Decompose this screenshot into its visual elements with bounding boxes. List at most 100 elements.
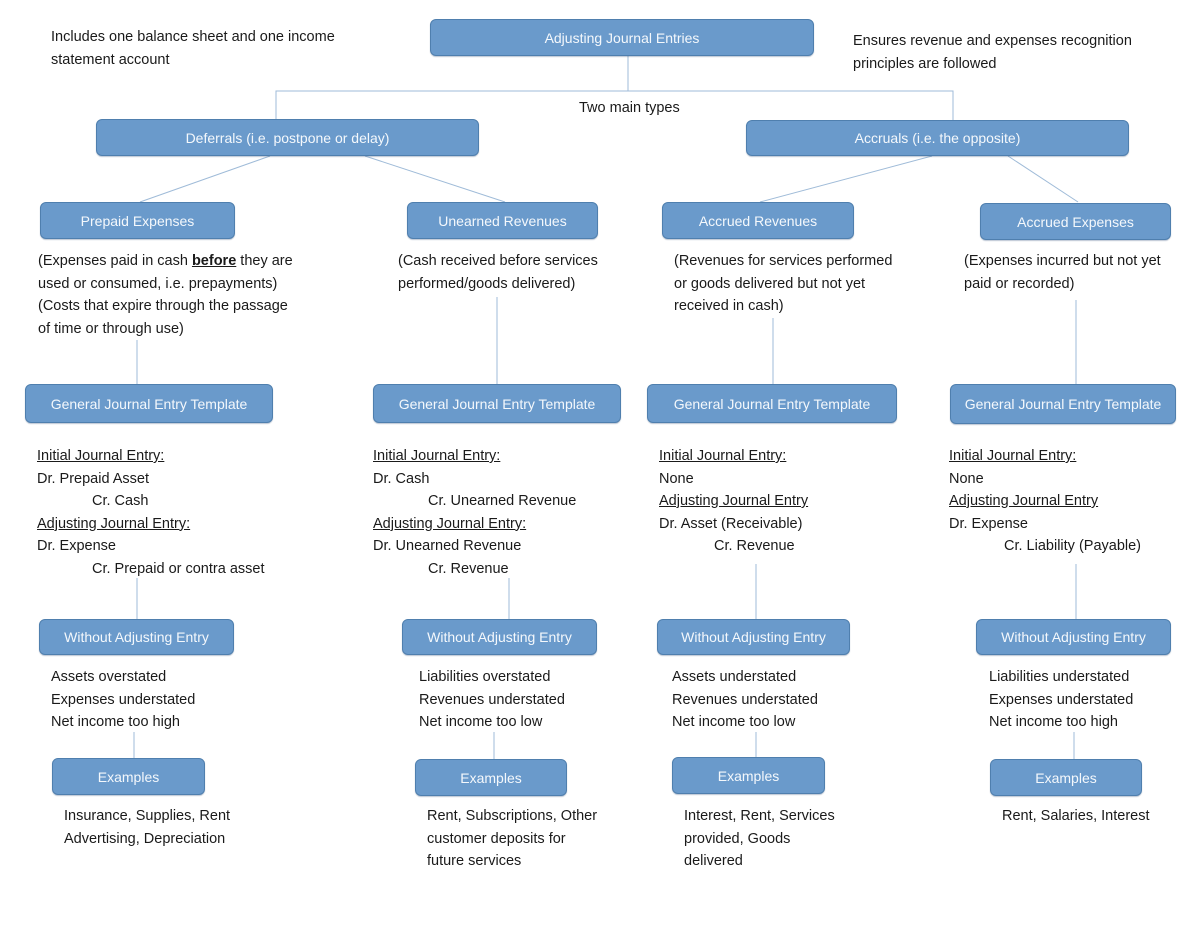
col4-entries: Initial Journal Entry: None Adjusting Jo… — [949, 445, 1141, 558]
col3-title: Accrued Revenues — [698, 212, 818, 229]
entry-debit: None — [949, 470, 984, 487]
example-line: provided, Goods — [684, 830, 791, 847]
entry-credit: Cr. Cash — [92, 493, 149, 509]
entry-debit: Dr. Expense — [37, 538, 116, 554]
col3-template-label: General Journal Entry Template — [673, 395, 871, 412]
entry-debit: Dr. Cash — [373, 470, 430, 487]
col1-description: (Expenses paid in cash before they are u… — [38, 250, 293, 340]
col4-without-label: Without Adjusting Entry — [1001, 629, 1146, 645]
branch-label: Two main types — [579, 100, 680, 116]
col3-desc-line: received in cash) — [674, 298, 784, 314]
col2-title-node: Unearned Revenues — [407, 202, 598, 239]
entry-debit: None — [659, 470, 694, 487]
col4-description: (Expenses incurred but not yet paid or r… — [964, 250, 1161, 295]
example-line: delivered — [684, 853, 743, 869]
col1-examples-label: Examples — [97, 768, 160, 785]
root-title: Adjusting Journal Entries — [544, 29, 700, 46]
col1-desc-line: used or consumed, i.e. prepayments) — [38, 275, 278, 292]
col1-desc-line: (Costs that expire through the passage — [38, 298, 288, 314]
root-note-right-line: principles are followed — [853, 55, 997, 72]
desc-emphasis: before — [191, 253, 237, 269]
col3-without-node: Without Adjusting Entry — [657, 619, 850, 655]
col1-effects: Assets overstated Expenses understated N… — [51, 666, 195, 734]
root-note-right-line: Ensures revenue and expenses recognition — [853, 33, 1132, 49]
col4-template-label: General Journal Entry Template — [964, 396, 1162, 412]
entry-credit: Cr. Revenue — [714, 538, 795, 554]
col1-entries: Initial Journal Entry: Dr. Prepaid Asset… — [37, 445, 264, 580]
col1-desc-line: (Expenses paid in cash before they are — [38, 250, 293, 273]
col3-effects: Assets understated Revenues understated … — [672, 666, 818, 734]
entry-heading: Initial Journal Entry: — [373, 448, 501, 464]
col1-title: Prepaid Expenses — [80, 212, 195, 229]
col2-desc-line: performed/goods delivered) — [398, 275, 576, 292]
col4-without-node: Without Adjusting Entry — [976, 619, 1171, 655]
col3-without-label: Without Adjusting Entry — [681, 629, 826, 645]
connector-deferrals-unearned — [364, 155, 506, 203]
desc-text: they are — [236, 253, 293, 269]
effect-item: Liabilities understated — [989, 669, 1130, 685]
col1-examples: Insurance, Supplies, Rent Advertising, D… — [64, 805, 230, 850]
root-node: Adjusting Journal Entries — [430, 19, 814, 56]
col2-entries: Initial Journal Entry: Dr. Cash Cr. Unea… — [373, 445, 576, 580]
col3-title-node: Accrued Revenues — [662, 202, 854, 239]
type-accruals-label: Accruals (i.e. the opposite) — [854, 130, 1021, 146]
col3-desc-line: (Revenues for services performed — [674, 253, 893, 269]
desc-text: (Expenses paid in cash — [38, 253, 192, 269]
effect-item: Assets overstated — [51, 669, 167, 685]
effect-item: Net income too low — [672, 714, 796, 730]
root-note-left-line: statement account — [51, 51, 170, 68]
col4-effects: Liabilities understated Expenses underst… — [989, 666, 1133, 734]
col4-examples-label: Examples — [1035, 769, 1097, 786]
col4-desc-line: paid or recorded) — [964, 275, 1075, 292]
connector-accruals-accrued-rev — [759, 155, 933, 203]
example-line: Advertising, Depreciation — [64, 830, 226, 847]
col3-examples-label: Examples — [717, 767, 780, 784]
connector-accruals-accrued-exp — [1007, 155, 1079, 203]
effect-item: Revenues understated — [419, 691, 565, 708]
col4-title: Accrued Expenses — [1017, 213, 1134, 230]
entry-debit: Dr. Unearned Revenue — [373, 538, 522, 554]
connector-deferrals-prepaid — [139, 155, 271, 203]
col3-desc-line: or goods delivered but not yet — [674, 275, 866, 292]
col2-template-label: General Journal Entry Template — [398, 395, 596, 412]
entry-credit: Cr. Prepaid or contra asset — [92, 560, 265, 577]
type-accruals: Accruals (i.e. the opposite) — [746, 120, 1129, 156]
col1-examples-node: Examples — [52, 758, 205, 795]
effect-item: Net income too high — [51, 714, 180, 730]
col2-effects: Liabilities overstated Revenues understa… — [419, 666, 565, 734]
effect-item: Net income too low — [419, 714, 543, 730]
col3-entries: Initial Journal Entry: None Adjusting Jo… — [659, 445, 808, 558]
col2-title: Unearned Revenues — [438, 212, 567, 229]
type-deferrals: Deferrals (i.e. postpone or delay) — [96, 119, 479, 156]
col1-template-label: General Journal Entry Template — [50, 395, 248, 412]
col2-examples-label: Examples — [460, 769, 522, 786]
entry-credit: Cr. Revenue — [428, 560, 509, 577]
type-deferrals-label: Deferrals (i.e. postpone or delay) — [185, 129, 390, 146]
example-line: Insurance, Supplies, Rent — [64, 808, 231, 824]
effect-item: Net income too high — [989, 714, 1118, 730]
example-line: Rent, Salaries, Interest — [1002, 808, 1150, 824]
col4-template-node: General Journal Entry Template — [950, 384, 1176, 424]
col2-without-label: Without Adjusting Entry — [427, 629, 572, 645]
effect-item: Revenues understated — [672, 691, 818, 708]
entry-heading: Adjusting Journal Entry — [659, 493, 809, 509]
col2-desc-line: (Cash received before services — [398, 253, 598, 269]
effect-item: Assets understated — [672, 669, 797, 685]
effect-item: Expenses understated — [989, 691, 1134, 708]
col1-without-node: Without Adjusting Entry — [39, 619, 234, 655]
col3-description: (Revenues for services performed or good… — [674, 250, 892, 318]
example-line: Rent, Subscriptions, Other — [427, 808, 598, 824]
col4-title-node: Accrued Expenses — [980, 203, 1171, 240]
entry-credit: Cr. Liability (Payable) — [1004, 538, 1141, 554]
root-note-left: Includes one balance sheet and one incom… — [51, 26, 335, 71]
col2-examples: Rent, Subscriptions, Other customer depo… — [427, 805, 597, 873]
entry-heading: Adjusting Journal Entry — [949, 493, 1099, 509]
col2-description: (Cash received before services performed… — [398, 250, 598, 295]
root-note-left-line: Includes one balance sheet and one incom… — [51, 29, 335, 45]
example-line: future services — [427, 853, 522, 869]
entry-heading: Initial Journal Entry: — [949, 448, 1077, 464]
col2-template-node: General Journal Entry Template — [373, 384, 621, 423]
entry-debit: Dr. Prepaid Asset — [37, 470, 150, 487]
entry-credit: Cr. Unearned Revenue — [428, 493, 577, 509]
entry-heading: Initial Journal Entry: — [659, 448, 787, 464]
